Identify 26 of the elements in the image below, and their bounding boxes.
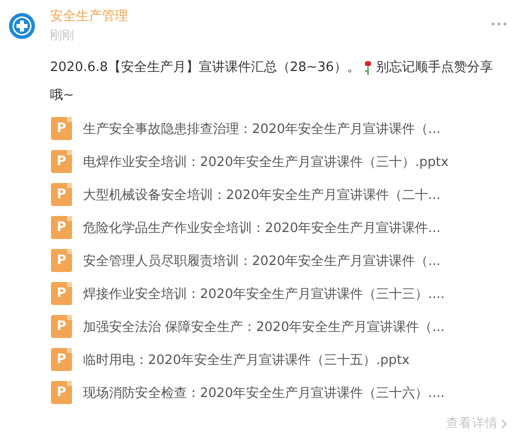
avatar-icon — [8, 12, 36, 40]
file-link[interactable]: 现场消防安全检查：2020年安全生产月宣讲课件（三十六）.... — [83, 384, 445, 402]
file-link[interactable]: 危险化学品生产作业安全培训：2020年安全生产月宣讲课件... — [83, 218, 440, 236]
post-caption: 2020.6.8【安全生产月】宣讲课件汇总（28~36）。 — [50, 59, 360, 77]
post-caption: 别忘记顺手点赞分享 — [376, 59, 493, 77]
file-link[interactable]: 加强安全法治 保障安全生产：2020年安全生产月宣讲课件（... — [83, 318, 445, 336]
file-link[interactable]: 电焊作业安全培训：2020年安全生产月宣讲课件（三十）.pptx — [83, 152, 449, 170]
post-caption: 哦~ — [50, 87, 74, 105]
file-link[interactable]: 安全管理人员尽职履责培训：2020年安全生产月宣讲课件（... — [83, 252, 440, 270]
file-link[interactable]: 大型机械设备安全培训：2020年安全生产月宣讲课件（二十... — [83, 186, 440, 204]
file-link[interactable]: 生产安全事故隐患排查治理：2020年安全生产月宣讲课件（... — [83, 120, 440, 138]
ppt-file-icon: P — [51, 117, 72, 140]
file-link[interactable]: 焊接作业安全培训：2020年安全生产月宣讲课件（三十三）.... — [83, 284, 445, 302]
file-link[interactable]: 临时用电：2020年安全生产月宣讲课件（三十五）.pptx — [83, 350, 410, 368]
post-time: 刚刚 — [50, 27, 75, 44]
ppt-file-icon: P — [51, 381, 72, 404]
ppt-file-icon: P — [51, 183, 72, 206]
ppt-file-icon: P — [51, 216, 72, 239]
ppt-file-icon: P — [51, 150, 72, 173]
ppt-file-icon: P — [51, 249, 72, 272]
chevron-right-icon — [501, 418, 507, 428]
ppt-file-icon: P — [51, 315, 72, 338]
rose-icon — [362, 60, 373, 76]
ppt-file-icon: P — [51, 348, 72, 371]
ppt-file-icon: P — [51, 282, 72, 305]
more-icon[interactable] — [491, 22, 507, 26]
